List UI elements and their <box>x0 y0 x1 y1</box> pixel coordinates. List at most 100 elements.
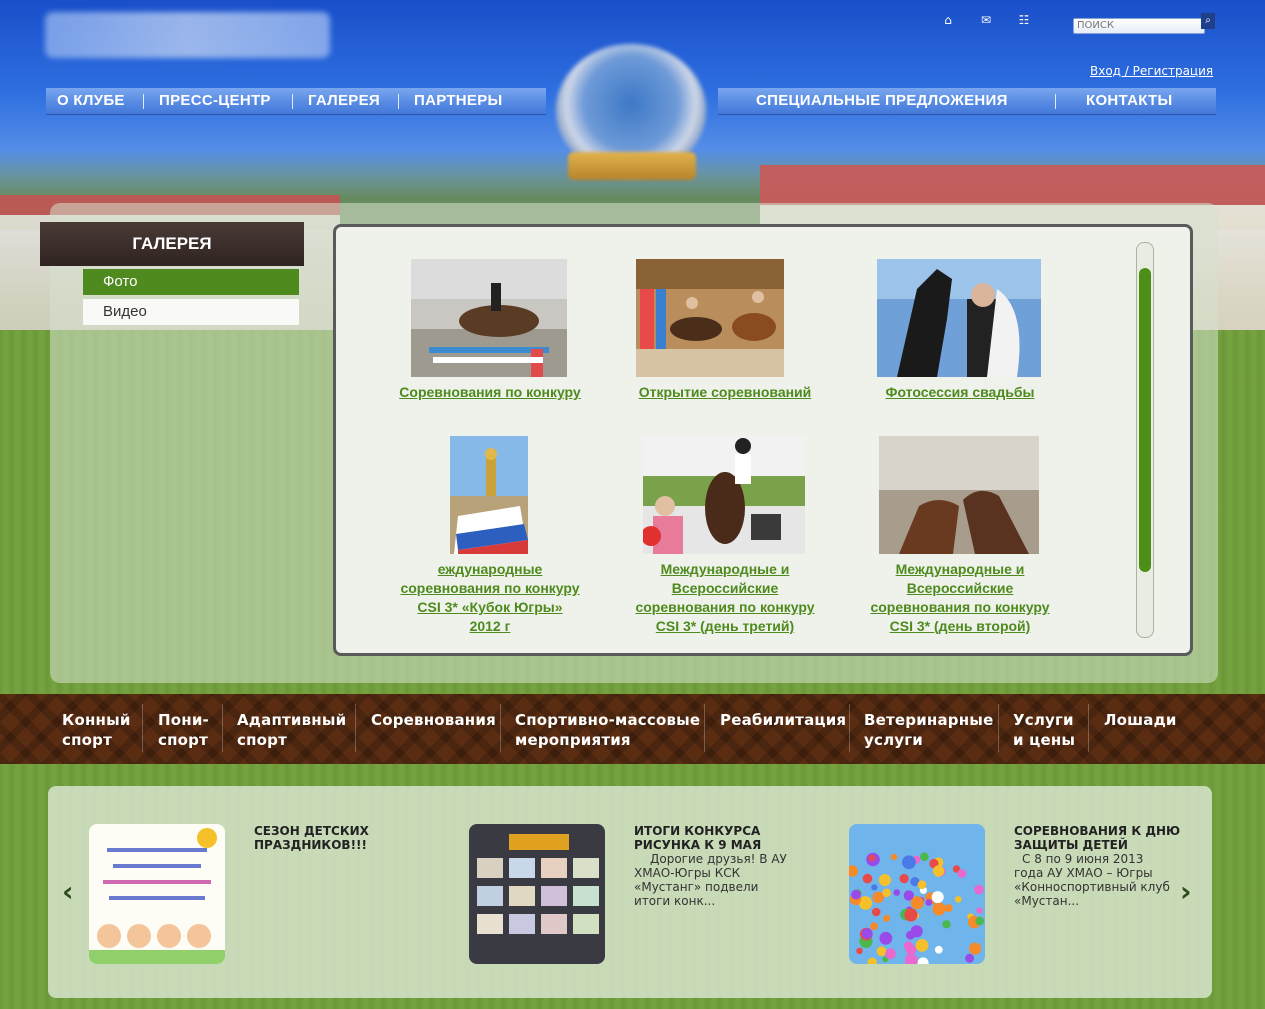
category-line[interactable]: Ветеринарные <box>864 710 993 730</box>
caption-line[interactable]: Фотосессия свадьбы <box>855 383 1065 402</box>
caption-line[interactable]: соревнования по конкуру <box>855 598 1065 617</box>
caption-line[interactable]: Открытие соревнований <box>620 383 830 402</box>
sidebar-item-video[interactable]: Видео <box>83 299 299 325</box>
category-separator <box>1088 704 1089 752</box>
gallery-thumb-showjumping[interactable] <box>411 259 567 377</box>
nav-special-offers[interactable]: СПЕЦИАЛЬНЫЕ ПРЕДЛОЖЕНИЯ <box>756 88 1008 114</box>
nav-press-center[interactable]: ПРЕСС-ЦЕНТР <box>159 88 271 114</box>
caption-line[interactable]: Международные и <box>620 560 830 579</box>
category-line[interactable]: Лошади <box>1104 710 1177 730</box>
category-horses[interactable]: Лошади <box>1104 710 1177 730</box>
category-services-prices[interactable]: Услуги и цены <box>1013 710 1075 750</box>
caption-line[interactable]: Соревнования по конкуру <box>385 383 595 402</box>
balloon <box>871 907 881 917</box>
photo-day-two <box>879 436 1039 554</box>
balloon <box>931 891 944 904</box>
gallery-caption[interactable]: Открытие соревнований <box>620 383 830 402</box>
category-line[interactable]: Соревнования <box>371 710 496 730</box>
nav-partners[interactable]: ПАРТНЕРЫ <box>414 88 503 114</box>
category-line[interactable]: Услуги <box>1013 710 1075 730</box>
category-line[interactable]: Спортивно-массовые <box>515 710 700 730</box>
sidebar-item-photo[interactable]: Фото <box>83 269 299 295</box>
category-line[interactable]: и цены <box>1013 730 1075 750</box>
balloon <box>883 914 891 922</box>
site-logo-text[interactable] <box>45 12 330 58</box>
category-pony-sport[interactable]: Пони- спорт <box>158 710 209 750</box>
category-mass-events[interactable]: Спортивно-массовые мероприятия <box>515 710 700 750</box>
balloon <box>902 855 916 870</box>
balloon <box>876 946 887 957</box>
balloon <box>975 916 985 926</box>
gallery-caption[interactable]: Соревнования по конкуру <box>385 383 595 402</box>
search-input[interactable] <box>1073 17 1205 34</box>
photo-opening <box>636 259 784 377</box>
gallery-caption[interactable]: еждународные соревнования по конкуру CSI… <box>385 560 595 636</box>
nav-gallery[interactable]: ГАЛЕРЕЯ <box>308 88 380 114</box>
category-adaptive-sport[interactable]: Адаптивный спорт <box>237 710 346 750</box>
gallery-thumb-opening[interactable] <box>636 259 784 377</box>
category-line[interactable]: Реабилитация <box>720 710 846 730</box>
category-line[interactable]: спорт <box>237 730 346 750</box>
category-line[interactable]: Пони- <box>158 710 209 730</box>
category-line[interactable]: спорт <box>158 730 209 750</box>
balloon <box>882 888 891 898</box>
club-emblem-logo[interactable] <box>548 40 716 180</box>
news-title-children-day[interactable]: СОРЕВНОВАНИЯ К ДНЮ ЗАЩИТЫ ДЕТЕЙ <box>1014 824 1184 852</box>
category-line[interactable]: спорт <box>62 730 131 750</box>
nav-separator <box>292 94 293 109</box>
sitemap-icon[interactable]: ☷ <box>1016 13 1032 27</box>
balloon <box>861 928 873 939</box>
caption-line[interactable]: Всероссийские <box>620 579 830 598</box>
top-nav-left: О КЛУБЕ ПРЕСС-ЦЕНТР ГАЛЕРЕЯ ПАРТНЕРЫ <box>46 88 546 114</box>
balloon <box>899 874 909 884</box>
caption-line[interactable]: еждународные <box>385 560 595 579</box>
chevron-left-icon[interactable]: ‹ <box>62 875 74 908</box>
caption-line[interactable]: 2012 г <box>385 617 595 636</box>
category-competitions[interactable]: Соревнования <box>371 710 496 730</box>
balloon <box>934 945 943 954</box>
gallery-caption[interactable]: Международные и Всероссийские соревнован… <box>855 560 1065 636</box>
nav-contacts[interactable]: КОНТАКТЫ <box>1086 88 1172 114</box>
balloon <box>885 948 896 960</box>
gallery-thumb-wedding[interactable] <box>877 259 1041 377</box>
category-line[interactable]: Конный <box>62 710 131 730</box>
gallery-caption[interactable]: Фотосессия свадьбы <box>855 383 1065 402</box>
balloon <box>932 865 945 877</box>
news-image-balloons[interactable] <box>849 824 985 964</box>
nav-about[interactable]: О КЛУБЕ <box>57 88 125 114</box>
caption-line[interactable]: CSI 3* «Кубок Югры» <box>385 598 595 617</box>
news-title-drawings[interactable]: ИТОГИ КОНКУРСА РИСУНКА К 9 МАЯ <box>634 824 804 852</box>
caption-line[interactable]: Международные и <box>855 560 1065 579</box>
caption-line[interactable]: соревнования по конкуру <box>620 598 830 617</box>
gallery-thumb-ugra-cup[interactable] <box>450 436 528 554</box>
nav-separator <box>1055 94 1056 109</box>
home-icon[interactable]: ⌂ <box>940 13 956 27</box>
balloon <box>872 891 884 903</box>
search-button[interactable]: ⌕ <box>1201 13 1215 29</box>
caption-line[interactable]: CSI 3* (день второй) <box>855 617 1065 636</box>
login-register-link[interactable]: Вход / Регистрация <box>1090 64 1213 78</box>
category-line[interactable]: мероприятия <box>515 730 700 750</box>
news-title-kids[interactable]: СЕЗОН ДЕТСКИХ ПРАЗДНИКОВ!!! <box>254 824 424 852</box>
balloon <box>932 902 946 916</box>
category-rehabilitation[interactable]: Реабилитация <box>720 710 846 730</box>
mail-icon[interactable]: ✉ <box>978 13 994 27</box>
news-image-drawings[interactable] <box>469 824 605 964</box>
category-separator <box>998 704 999 752</box>
gallery-thumb-day-two[interactable] <box>879 436 1039 554</box>
news-image-kids[interactable] <box>89 824 225 964</box>
gallery-thumb-day-three[interactable] <box>643 436 805 554</box>
category-horse-sport[interactable]: Конный спорт <box>62 710 131 750</box>
category-line[interactable]: Адаптивный <box>237 710 346 730</box>
category-vet-services[interactable]: Ветеринарные услуги <box>864 710 993 750</box>
balloon <box>862 873 873 884</box>
category-line[interactable]: услуги <box>864 730 993 750</box>
gallery-caption[interactable]: Международные и Всероссийские соревнован… <box>620 560 830 636</box>
caption-line[interactable]: соревнования по конкуру <box>385 579 595 598</box>
category-menu: Конный спорт Пони- спорт Адаптивный спор… <box>0 694 1265 764</box>
photo-balloons <box>849 824 985 964</box>
chevron-right-icon[interactable]: › <box>1180 875 1192 908</box>
caption-line[interactable]: Всероссийские <box>855 579 1065 598</box>
gallery-scrollbar-thumb[interactable] <box>1139 268 1151 572</box>
caption-line[interactable]: CSI 3* (день третий) <box>620 617 830 636</box>
